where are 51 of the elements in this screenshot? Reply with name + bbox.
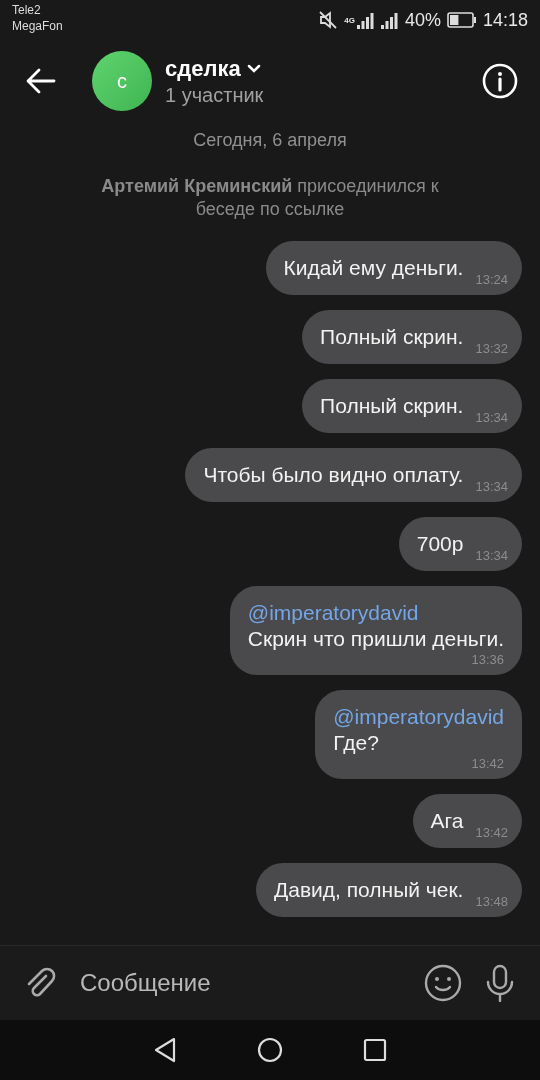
signal-icon (380, 11, 399, 29)
mention-link[interactable]: @imperatorydavid (247, 600, 504, 626)
message-bubble[interactable]: Ага 13:42 (412, 794, 522, 848)
message-text: Где? (333, 730, 380, 756)
message-time: 13:42 (471, 756, 504, 771)
message-bubble[interactable]: Полный скрин. 13:32 (302, 310, 522, 364)
chat-title[interactable]: сделка (165, 55, 241, 82)
message-text: Полный скрин. (320, 393, 464, 419)
message-text: Давид, полный чек. (274, 877, 464, 903)
date-divider: Сегодня, 6 апреля (193, 130, 347, 151)
chevron-down-icon[interactable] (246, 63, 261, 74)
microphone-icon[interactable] (484, 964, 516, 1002)
message-bubble[interactable]: @imperatorydavid Скрин что пришли деньги. 13:36 (229, 586, 522, 675)
message-text: 700р (416, 531, 464, 557)
signal-icon (356, 11, 375, 29)
network-type: 4G (344, 15, 355, 25)
message-text: Полный скрин. (320, 324, 464, 350)
message-time: 13:42 (475, 825, 508, 840)
message-time: 13:32 (475, 341, 508, 356)
message-input[interactable]: Сообщение (78, 968, 402, 998)
message-text: Скрин что пришли деньги. (247, 626, 504, 652)
info-icon[interactable] (482, 63, 518, 99)
battery-icon (446, 12, 477, 28)
message-time: 13:34 (475, 479, 508, 494)
message-text: Кидай ему деньги. (283, 255, 464, 281)
message-text: Ага (430, 808, 464, 834)
message-bubble[interactable]: Полный скрин. 13:34 (302, 379, 522, 433)
battery-percent: 40% (404, 9, 441, 31)
message-bubble[interactable]: @imperatorydavid Где? 13:42 (315, 690, 522, 779)
nav-home-icon[interactable] (257, 1037, 283, 1063)
message-time: 13:34 (475, 548, 508, 563)
message-time: 13:34 (475, 410, 508, 425)
message-time: 13:36 (471, 652, 504, 667)
carrier-name: Tele2 (12, 2, 42, 18)
clock: 14:18 (482, 9, 528, 31)
message-bubble[interactable]: Кидай ему деньги. 13:24 (265, 241, 522, 295)
member-count: 1 участник (165, 83, 265, 107)
message-bubble[interactable]: 700р 13:34 (398, 517, 522, 571)
back-arrow-icon[interactable] (26, 68, 56, 94)
service-message: Артемий Креминский присоединился к беседе по ссылке (100, 175, 440, 221)
message-time: 13:24 (475, 272, 508, 287)
smiley-icon[interactable] (424, 964, 462, 1002)
carrier-name: MegaFon (12, 18, 63, 34)
mute-icon (318, 10, 339, 30)
nav-recents-icon[interactable] (363, 1038, 387, 1062)
message-text: Чтобы было видно оплату. (203, 462, 464, 488)
message-time: 13:48 (475, 894, 508, 909)
mention-link[interactable]: @imperatorydavid (333, 704, 504, 730)
message-bubble[interactable]: Чтобы было видно оплату. 13:34 (185, 448, 522, 502)
nav-back-icon[interactable] (153, 1037, 177, 1063)
message-bubble[interactable]: Давид, полный чек. 13:48 (256, 863, 522, 917)
